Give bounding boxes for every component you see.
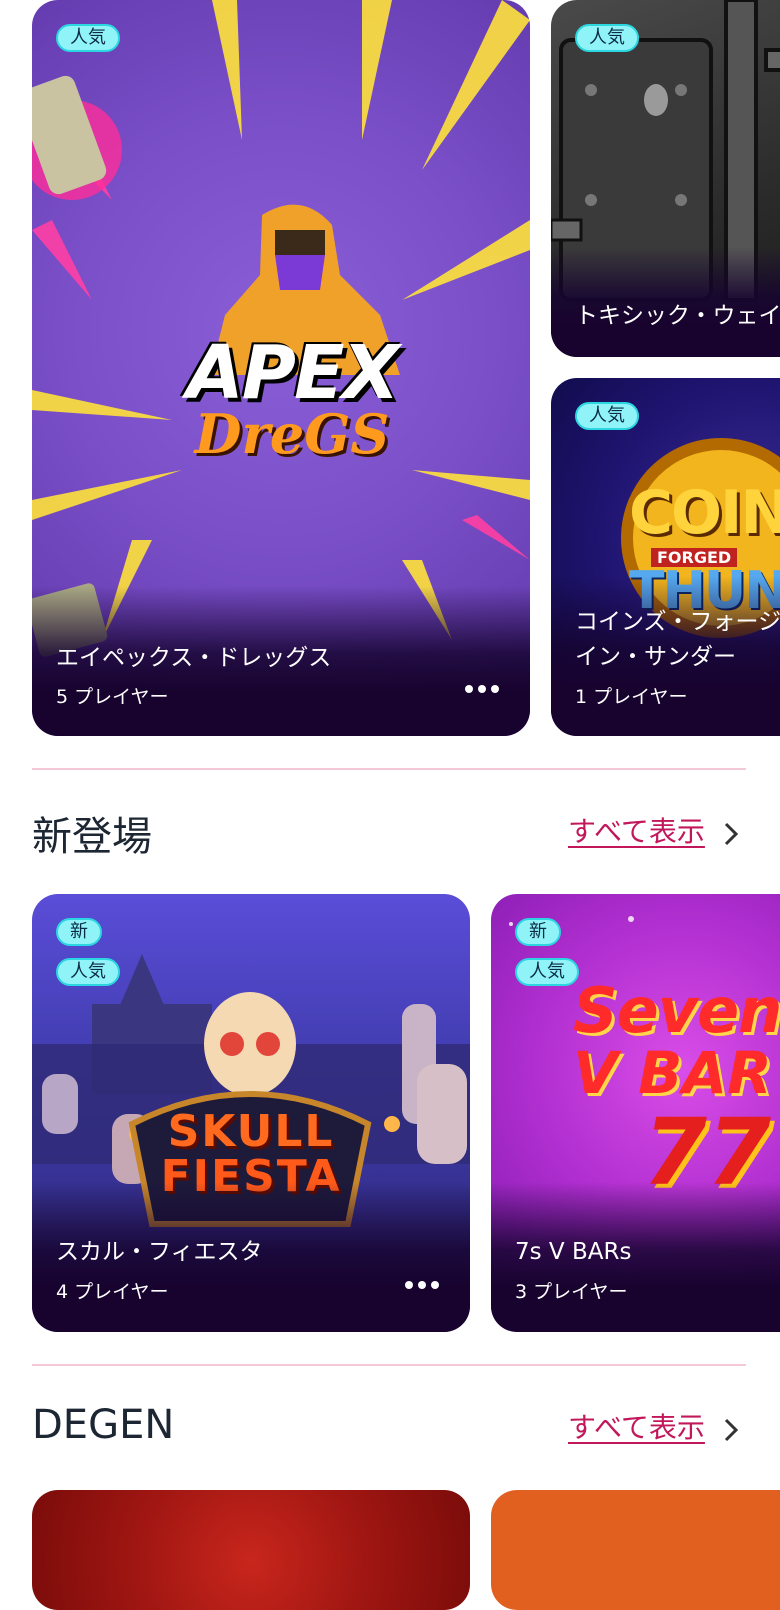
game-title: スカル・フィエスタ <box>56 1239 263 1265</box>
player-count: 5 プレイヤー <box>56 686 169 708</box>
game-title-line-2: イン・サンダー <box>575 644 736 670</box>
see-all-link-degen[interactable]: すべて表示 <box>568 1406 705 1446</box>
game-logo: APEX DreGS <box>186 330 399 466</box>
chevron-right-icon[interactable] <box>722 820 740 848</box>
game-card-degen-1[interactable] <box>32 1490 470 1610</box>
game-card-degen-2[interactable] <box>491 1490 780 1610</box>
section-divider <box>32 768 746 770</box>
section-divider <box>32 1364 746 1366</box>
game-title: トキシック・ウェイ <box>575 303 780 329</box>
game-card-apex-dregs[interactable]: APEX DreGS 人気 エイペックス・ドレッグス 5 プレイヤー <box>32 0 530 736</box>
game-card-7s-v-bars[interactable]: Seven V BAR 77 新 人気 7s V BARs 3 プレイヤー <box>491 894 780 1332</box>
more-options-icon[interactable] <box>405 1281 439 1289</box>
section-title-degen: DEGEN <box>32 1402 175 1448</box>
game-logo: Seven V BAR 77 <box>573 974 780 1206</box>
section-title-new: 新登場 <box>32 814 152 860</box>
player-count: 4 プレイヤー <box>56 1281 169 1303</box>
game-title: エイペックス・ドレッグス <box>56 645 332 671</box>
popular-badge: 人気 <box>575 402 639 430</box>
popular-badge: 人気 <box>575 24 639 52</box>
game-card-coins-forged-thunder[interactable]: COIN FORGED THUNI 人気 コインズ・フォージ イン・サンダー 1… <box>551 378 780 736</box>
game-title-line-1: コインズ・フォージ <box>575 609 780 635</box>
popular-badge: 人気 <box>56 958 120 986</box>
popular-badge: 人気 <box>515 958 579 986</box>
popular-badge: 人気 <box>56 24 120 52</box>
chevron-right-icon[interactable] <box>722 1416 740 1444</box>
new-badge: 新 <box>56 918 102 946</box>
new-badge: 新 <box>515 918 561 946</box>
game-title: 7s V BARs <box>515 1239 632 1265</box>
player-count: 3 プレイヤー <box>515 1281 628 1303</box>
game-card-toxic-way[interactable]: 人気 トキシック・ウェイ <box>551 0 780 357</box>
more-options-icon[interactable] <box>465 685 499 693</box>
game-card-skull-fiesta[interactable]: SKULL FIESTA 新 人気 スカル・フィエスタ 4 プレイヤー <box>32 894 470 1332</box>
player-count: 1 プレイヤー <box>575 686 688 708</box>
see-all-link-new[interactable]: すべて表示 <box>568 810 705 850</box>
